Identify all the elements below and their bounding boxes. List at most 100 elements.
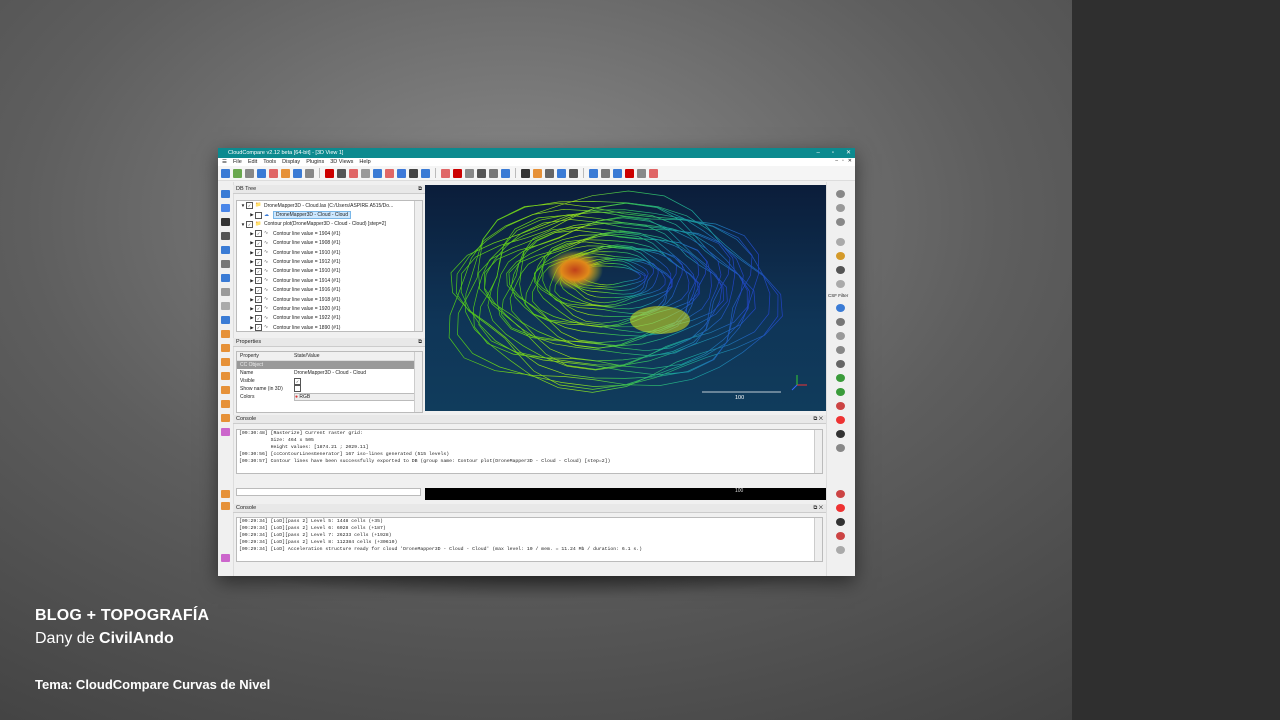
- menu-edit[interactable]: Edit: [248, 159, 257, 165]
- toolbar-tool-icon[interactable]: [545, 168, 554, 178]
- tree-item[interactable]: ▶ ✓ ∿ Contour line value = 1904 (#1): [237, 229, 422, 238]
- left-tool-icon[interactable]: [221, 414, 230, 422]
- left-tool-icon[interactable]: [221, 260, 230, 268]
- 3d-view[interactable]: 100: [425, 185, 826, 411]
- toolbar-tool-icon[interactable]: [221, 168, 230, 178]
- left-tool-icon[interactable]: [221, 218, 230, 226]
- tree-item[interactable]: ▶ ✓ ∿ Contour line value = 1908 (#1): [237, 239, 422, 248]
- right-tool-icon[interactable]: [836, 490, 845, 498]
- tree-item[interactable]: ▶ ✓ ∿ Contour line value = 1910 (#1): [237, 248, 422, 257]
- tree-item[interactable]: ▶ ✓ ∿ Contour line value = 1910 (#1): [237, 267, 422, 276]
- toolbar-tool-icon[interactable]: [441, 168, 450, 178]
- right-tool-icon[interactable]: [836, 318, 845, 326]
- right-tool-icon[interactable]: [836, 388, 845, 396]
- prop-value[interactable]: DroneMapper3D - Cloud - Cloud: [294, 370, 422, 376]
- tree-item-checkbox[interactable]: ✓: [255, 258, 262, 266]
- right-tool-icon[interactable]: [836, 546, 845, 554]
- toolbar-tool-icon[interactable]: [533, 168, 542, 178]
- tree-item[interactable]: ▶ ✓ ∿ Contour line value = 1920 (#1): [237, 304, 422, 313]
- minimize-icon[interactable]: –: [816, 148, 819, 158]
- tree-item-checkbox[interactable]: ✓: [255, 296, 262, 304]
- menu-display[interactable]: Display: [282, 159, 300, 165]
- visible-checkbox[interactable]: ✓: [294, 377, 301, 385]
- left-tool-icon[interactable]: [221, 386, 230, 394]
- toolbar-tool-icon[interactable]: [637, 168, 646, 178]
- right-tool-icon[interactable]: [836, 444, 845, 452]
- tree-item-checkbox[interactable]: ✓: [255, 314, 262, 322]
- left-tool-icon[interactable]: [221, 204, 230, 212]
- toolbar-tool-icon[interactable]: [569, 168, 578, 178]
- left-tool-icon[interactable]: [221, 246, 230, 254]
- toolbar-tool-icon[interactable]: [361, 168, 370, 178]
- toolbar-tool-icon[interactable]: [589, 168, 598, 178]
- toolbar-tool-icon[interactable]: [385, 168, 394, 178]
- tree-item[interactable]: ▼ ✓ 📁 Contour plot(DroneMapper3D - Cloud - …: [237, 220, 422, 229]
- tree-item-checkbox[interactable]: ✓: [255, 267, 262, 275]
- mdi-close-icon[interactable]: ✕: [848, 158, 852, 164]
- left-tool-icon[interactable]: [221, 502, 230, 510]
- tree-item-checkbox[interactable]: ✓: [255, 305, 262, 313]
- toolbar-tool-icon[interactable]: [257, 168, 266, 178]
- tree-item[interactable]: ▶ ☁ DroneMapper3D - Cloud - Cloud: [237, 210, 422, 220]
- right-tool-icon[interactable]: [836, 346, 845, 354]
- toolbar-tool-icon[interactable]: [409, 168, 418, 178]
- toolbar-tool-icon[interactable]: [245, 168, 254, 178]
- tree-item-checkbox[interactable]: ✓: [255, 230, 262, 238]
- right-tool-icon[interactable]: [836, 360, 845, 368]
- close-icon[interactable]: ✕: [846, 148, 851, 158]
- left-tool-icon[interactable]: [221, 358, 230, 366]
- menu-3d-views[interactable]: 3D Views: [330, 159, 353, 165]
- left-tool-icon[interactable]: [221, 330, 230, 338]
- tree-item[interactable]: ▶ ✓ ∿ Contour line value = 1912 (#1): [237, 257, 422, 266]
- toolbar-tool-icon[interactable]: [305, 168, 314, 178]
- left-tool-icon[interactable]: [221, 428, 230, 436]
- tree-item[interactable]: ▼ ✓ 📁 DroneMapper3D - Cloud.las (C:/Users/A…: [237, 201, 422, 210]
- toolbar-tool-icon[interactable]: [421, 168, 430, 178]
- right-tool-icon[interactable]: [836, 332, 845, 340]
- tree-item-checkbox[interactable]: ✓: [255, 239, 262, 247]
- left-tool-icon[interactable]: [221, 316, 230, 324]
- toolbar-tool-icon[interactable]: [233, 168, 242, 178]
- mdi-restore-icon[interactable]: ▫: [842, 158, 844, 164]
- left-tool-icon[interactable]: [221, 554, 230, 562]
- right-tool-icon[interactable]: [836, 266, 845, 274]
- left-tool-icon[interactable]: [221, 274, 230, 282]
- toolbar-tool-icon[interactable]: [557, 168, 566, 178]
- 3d-view-strip[interactable]: 100: [425, 488, 826, 500]
- left-tool-icon[interactable]: [221, 302, 230, 310]
- toolbar-tool-icon[interactable]: [489, 168, 498, 178]
- menu-plugins[interactable]: Plugins: [306, 159, 324, 165]
- console1-scrollbar[interactable]: [814, 430, 822, 473]
- menu-tools[interactable]: Tools: [263, 159, 276, 165]
- console2-scrollbar[interactable]: [814, 518, 822, 561]
- right-tool-icon[interactable]: [836, 532, 845, 540]
- tree-item-checkbox[interactable]: ✓: [255, 324, 262, 332]
- right-tool-icon[interactable]: [836, 374, 845, 382]
- left-tool-icon[interactable]: [221, 400, 230, 408]
- maximize-icon[interactable]: ▫: [832, 148, 834, 158]
- right-tool-icon[interactable]: [836, 238, 845, 246]
- panel-close-icon[interactable]: ⧉ ✕: [813, 415, 823, 423]
- tree-item[interactable]: ▶ ✓ ∿ Contour line value = 1890 (#1): [237, 323, 422, 332]
- mdi-minimize-icon[interactable]: –: [835, 158, 838, 164]
- left-tool-icon[interactable]: [221, 190, 230, 198]
- toolbar-tool-icon[interactable]: [649, 168, 658, 178]
- right-tool-icon[interactable]: [836, 218, 845, 226]
- showname-checkbox[interactable]: [294, 384, 301, 392]
- toolbar-tool-icon[interactable]: [281, 168, 290, 178]
- properties-scrollbar[interactable]: [414, 352, 422, 412]
- tree-item[interactable]: ▶ ✓ ∿ Contour line value = 1914 (#1): [237, 276, 422, 285]
- toolbar-tool-icon[interactable]: [397, 168, 406, 178]
- right-tool-icon[interactable]: [836, 518, 845, 526]
- toolbar-tool-icon[interactable]: [477, 168, 486, 178]
- left-tool-icon[interactable]: [221, 232, 230, 240]
- toolbar-tool-icon[interactable]: [613, 168, 622, 178]
- left-tool-icon[interactable]: [221, 288, 230, 296]
- left-tool-icon[interactable]: [221, 372, 230, 380]
- toolbar-tool-icon[interactable]: [521, 168, 530, 178]
- tree-item[interactable]: ▶ ✓ ∿ Contour line value = 1916 (#1): [237, 286, 422, 295]
- toolbar-tool-icon[interactable]: [373, 168, 382, 178]
- toolbar-tool-icon[interactable]: [601, 168, 610, 178]
- toolbar-tool-icon[interactable]: [269, 168, 278, 178]
- right-tool-icon[interactable]: [836, 304, 845, 312]
